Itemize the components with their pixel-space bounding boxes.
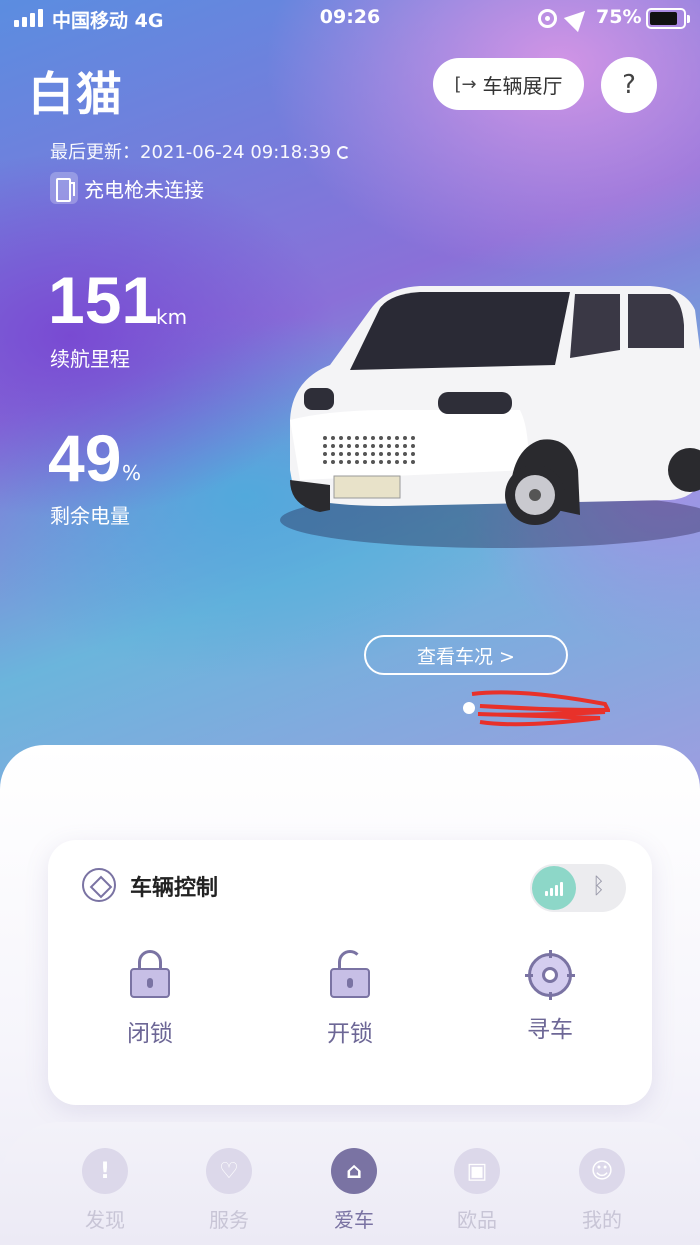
service-icon: ♡ — [206, 1148, 252, 1194]
status-bar: 中国移动 4G 09:26 75% — [0, 0, 700, 38]
find-car-label: 寻车 — [527, 1017, 573, 1043]
rotation-lock-icon — [538, 9, 557, 28]
discover-icon: ! — [82, 1148, 128, 1194]
range-label: 续航里程 — [50, 347, 130, 371]
car-image — [280, 286, 700, 548]
car-status-button[interactable]: 查看车况 > — [364, 635, 568, 675]
vehicle-control-card: 车辆控制 ᛒ 闭锁 开锁 寻车 — [48, 840, 652, 1105]
bluetooth-icon: ᛒ — [592, 874, 606, 899]
showroom-label: 车辆展厅 — [482, 73, 563, 98]
showroom-button[interactable]: [→ 车辆展厅 — [433, 58, 584, 110]
clock: 09:26 — [319, 6, 381, 28]
cellular-signal-icon — [532, 866, 576, 910]
battery-unit: % — [122, 461, 142, 485]
battery-value: 49 — [48, 421, 122, 495]
unlock-icon — [328, 950, 372, 1000]
control-title: 车辆控制 — [130, 876, 219, 901]
tab-discover-label: 发现 — [85, 1208, 125, 1232]
car-icon: ⌂ — [331, 1148, 377, 1194]
range-unit: km — [156, 305, 188, 329]
last-update-text: 最后更新：2021-06-24 09:18:39 — [50, 142, 332, 163]
tab-service-label: 服务 — [209, 1208, 249, 1232]
help-button[interactable]: ? — [601, 57, 657, 113]
charger-icon — [50, 172, 78, 204]
tab-profile[interactable]: ☺ 我的 — [557, 1148, 647, 1233]
tab-shop-label: 欧品 — [457, 1208, 497, 1232]
exit-arrow-icon: [→ — [454, 73, 477, 95]
connection-toggle[interactable]: ᛒ — [530, 864, 626, 912]
unlock-button[interactable]: 开锁 — [290, 950, 410, 1048]
tab-shop[interactable]: ▣ 欧品 — [432, 1148, 522, 1233]
lock-button[interactable]: 闭锁 — [90, 950, 210, 1048]
car-name: 白猫 — [28, 67, 124, 121]
range-value: 151 — [48, 263, 159, 337]
tab-car[interactable]: ⌂ 爱车 — [309, 1148, 399, 1233]
shop-icon: ▣ — [454, 1148, 500, 1194]
refresh-icon[interactable] — [337, 146, 351, 159]
find-car-button[interactable]: 寻车 — [490, 950, 610, 1044]
charge-status: 充电枪未连接 — [50, 172, 204, 204]
locate-car-icon — [525, 950, 575, 1000]
lock-label: 闭锁 — [127, 1021, 173, 1047]
tab-car-label: 爱车 — [334, 1208, 374, 1232]
control-compass-icon — [82, 868, 116, 902]
tab-discover[interactable]: ! 发现 — [60, 1148, 150, 1233]
redacted-location — [463, 690, 610, 727]
battery-label: 剩余电量 — [50, 504, 130, 528]
battery-icon — [646, 8, 690, 29]
tab-profile-label: 我的 — [582, 1208, 622, 1232]
profile-icon: ☺ — [579, 1148, 625, 1194]
last-update: 最后更新：2021-06-24 09:18:39 — [50, 138, 351, 164]
tab-service[interactable]: ♡ 服务 — [184, 1148, 274, 1233]
unlock-label: 开锁 — [327, 1021, 373, 1047]
battery-percent: 75% — [596, 6, 642, 28]
charge-status-text: 充电枪未连接 — [84, 177, 204, 202]
lock-icon — [128, 950, 172, 1000]
